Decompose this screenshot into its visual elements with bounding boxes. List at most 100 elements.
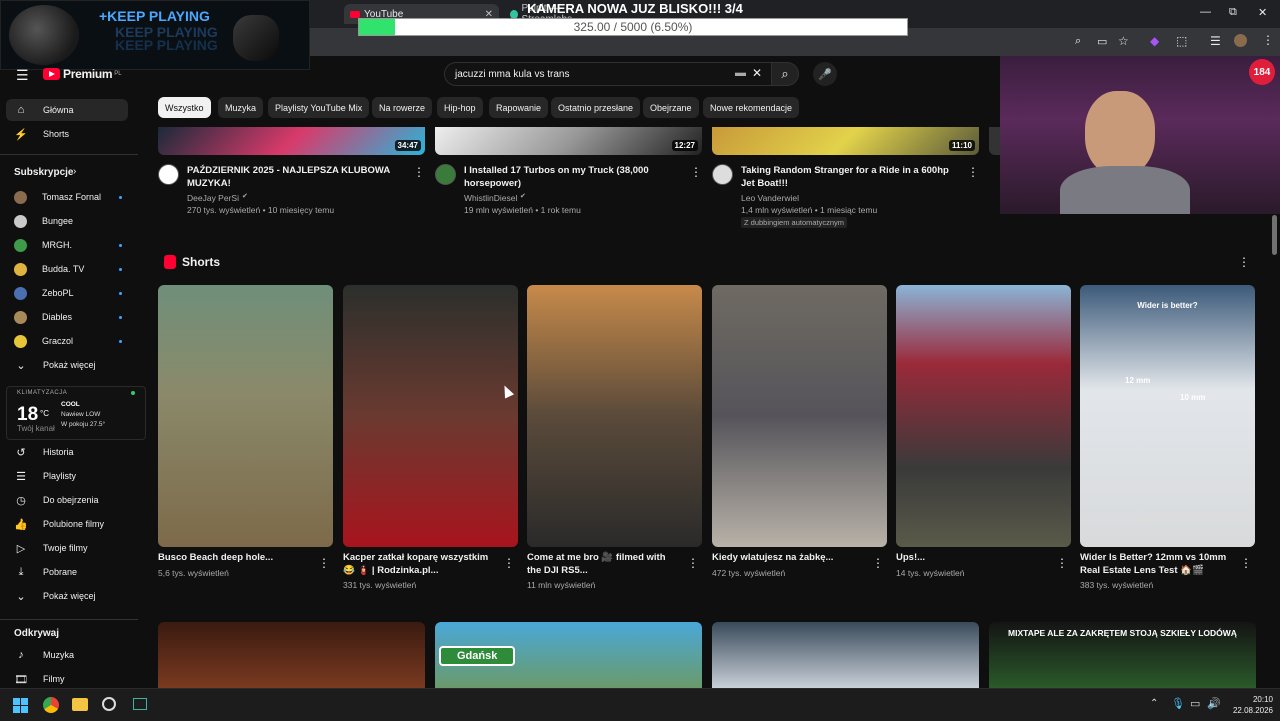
sidebar-item[interactable]: ◷ Do obejrzenia: [6, 489, 128, 511]
browser-menu-icon[interactable]: ⋮: [1262, 33, 1274, 47]
video-channel[interactable]: DeeJay PerSi: [187, 192, 239, 204]
sidebar-item[interactable]: ♪ Muzyka: [6, 644, 128, 666]
short-thumbnail[interactable]: [712, 285, 887, 547]
cast-icon[interactable]: ▭: [1097, 35, 1107, 48]
chip-2[interactable]: Playlisty YouTube Mix: [268, 97, 370, 118]
short-menu-icon[interactable]: ⋮: [687, 556, 699, 570]
tray-clock[interactable]: 20:10 22.08.2026: [1225, 694, 1273, 716]
profile-avatar[interactable]: [1234, 34, 1247, 47]
short-menu-icon[interactable]: ⋮: [318, 556, 330, 570]
chip-6[interactable]: Ostatnio przesłane: [551, 97, 641, 118]
short-thumbnail[interactable]: [527, 285, 702, 547]
sidebar-item[interactable]: 👍 Polubione filmy: [6, 513, 128, 535]
obs-taskbar-icon[interactable]: [102, 697, 116, 711]
chip-8[interactable]: Nowe rekomendacje: [703, 97, 800, 118]
chip-5[interactable]: Rapowanie: [489, 97, 549, 118]
sidebar-item-subscription[interactable]: Tomasz Fornal: [6, 186, 128, 208]
tray-mic-icon[interactable]: 🎙: [1171, 697, 1185, 710]
voice-search-button[interactable]: 🎤: [813, 62, 837, 86]
short-menu-icon[interactable]: ⋮: [503, 556, 515, 570]
tray-chevron-up-icon[interactable]: ⌃: [1150, 698, 1158, 709]
video-thumbnail[interactable]: 12:27: [435, 127, 702, 155]
short-menu-icon[interactable]: ⋮: [1056, 556, 1068, 570]
sidebar-item[interactable]: ⌄ Pokaż więcej: [6, 354, 128, 376]
sidebar-item-subscription[interactable]: MRGH.: [6, 234, 128, 256]
video-thumbnail[interactable]: Gdańsk: [435, 622, 702, 688]
video-thumbnail[interactable]: [989, 127, 1000, 155]
sidebar-item[interactable]: ⚡ Shorts: [6, 123, 128, 145]
short-title[interactable]: Wider Is Better? 12mm vs 10mm Real Estat…: [1080, 551, 1230, 577]
chip-4[interactable]: Hip-hop: [437, 97, 483, 118]
sidebar-item[interactable]: ⌄ Pokaż więcej: [6, 585, 128, 607]
video-menu-icon[interactable]: ⋮: [690, 165, 702, 179]
video-title[interactable]: I Installed 17 Turbos on my Truck (38,00…: [464, 164, 684, 190]
short-menu-icon[interactable]: ⋮: [872, 556, 884, 570]
sidebar-item-subscription[interactable]: ZeboPL: [6, 282, 128, 304]
subscriptions-heading[interactable]: Subskrypcje: [14, 167, 73, 178]
video-menu-icon[interactable]: ⋮: [967, 165, 979, 179]
youtube-premium-logo[interactable]: Premium PL: [43, 67, 122, 81]
file-explorer-icon[interactable]: [72, 698, 88, 711]
close-window-icon[interactable]: ✕: [1258, 6, 1267, 19]
short-title[interactable]: Kiedy wlatujesz na żabkę...: [712, 551, 862, 564]
channel-avatar[interactable]: [158, 164, 179, 185]
sidebar-item-subscription[interactable]: Budda. TV: [6, 258, 128, 280]
channel-avatar[interactable]: [712, 164, 733, 185]
sidebar-item-subscription[interactable]: Diables: [6, 306, 128, 328]
video-thumbnail[interactable]: MIXTAPE ALE ZA ZAKRĘTEM STOJĄ SZKIEŁY LO…: [989, 622, 1256, 688]
short-title[interactable]: Come at me bro 🎥 filmed with the DJI RS5…: [527, 551, 677, 577]
short-menu-icon[interactable]: ⋮: [1240, 556, 1252, 570]
chrome-taskbar-icon[interactable]: [43, 697, 59, 713]
search-box[interactable]: jacuzzi mma kula vs trans ▬ ✕: [444, 62, 772, 86]
extension-twitch-icon[interactable]: ◆: [1150, 34, 1159, 48]
sidebar-item-subscription[interactable]: Graczol: [6, 330, 128, 352]
sidebar-item[interactable]: ☰ Playlisty: [6, 465, 128, 487]
your-channel-label[interactable]: Twój kanał: [17, 424, 55, 433]
app-taskbar-icon[interactable]: [133, 698, 147, 710]
short-thumbnail[interactable]: Wider is better? 12 mm 10 mm: [1080, 285, 1255, 547]
chip-0[interactable]: Wszystko: [158, 97, 211, 118]
video-thumbnail[interactable]: [712, 622, 979, 688]
restore-window-icon[interactable]: ⧉: [1229, 6, 1237, 19]
reading-list-icon[interactable]: ☰: [1210, 34, 1221, 48]
clock-date: 22.08.2026: [1232, 706, 1273, 715]
tray-monitor-icon[interactable]: ▭: [1190, 697, 1200, 710]
short-title[interactable]: Busco Beach deep hole...: [158, 551, 308, 564]
short-thumbnail[interactable]: [158, 285, 333, 547]
minimize-window-icon[interactable]: —: [1200, 6, 1211, 18]
sidebar-item[interactable]: ↺ Historia: [6, 441, 128, 463]
extensions-puzzle-icon[interactable]: ⬚: [1176, 34, 1187, 48]
sidebar-item[interactable]: ⌂ Główna: [6, 99, 128, 121]
search-input[interactable]: jacuzzi mma kula vs trans: [455, 69, 569, 80]
chip-1[interactable]: Muzyka: [218, 97, 264, 118]
short-title[interactable]: Kacper zatkał koparę wszystkim 😂 🧯 | Rod…: [343, 551, 493, 577]
sidebar-item-subscription[interactable]: Bungee: [6, 210, 128, 232]
video-channel[interactable]: WhistlinDiesel: [464, 192, 517, 204]
sidebar-item[interactable]: ⤓ Pobrane: [6, 561, 128, 583]
video-channel[interactable]: Leo Vanderwiel: [741, 192, 799, 204]
sidebar-item[interactable]: ▷ Twoje filmy: [6, 537, 128, 559]
sidebar-item[interactable]: 🎞 Filmy: [6, 668, 128, 690]
video-title[interactable]: PAŹDZIERNIK 2025 - NAJLEPSZA KLUBOWA MUZ…: [187, 164, 407, 190]
video-menu-icon[interactable]: ⋮: [413, 165, 425, 179]
video-thumbnail[interactable]: [158, 622, 425, 688]
video-title[interactable]: Taking Random Stranger for a Ride in a 6…: [741, 164, 961, 190]
clear-search-icon[interactable]: ✕: [752, 66, 762, 80]
tray-speaker-icon[interactable]: 🔊: [1207, 697, 1221, 710]
short-title[interactable]: Ups!...: [896, 551, 1046, 564]
search-button[interactable]: ⌕: [771, 62, 799, 86]
shorts-more-icon[interactable]: ⋮: [1238, 255, 1250, 269]
video-thumbnail[interactable]: 11:10: [712, 127, 979, 155]
windows-start-icon[interactable]: [13, 698, 28, 713]
channel-avatar[interactable]: [435, 164, 456, 185]
video-thumbnail[interactable]: 34:47: [158, 127, 425, 155]
chip-7[interactable]: Obejrzane: [643, 97, 699, 118]
short-thumbnail[interactable]: [343, 285, 518, 547]
page-scrollbar[interactable]: [1272, 215, 1277, 255]
keyboard-icon[interactable]: ▬: [735, 67, 746, 79]
chip-3[interactable]: Na rowerze: [372, 97, 433, 118]
hamburger-menu-icon[interactable]: ☰: [16, 67, 29, 84]
bookmark-star-icon[interactable]: ☆: [1118, 34, 1129, 48]
zoom-icon[interactable]: ⌕: [1075, 35, 1081, 48]
short-thumbnail[interactable]: [896, 285, 1071, 547]
